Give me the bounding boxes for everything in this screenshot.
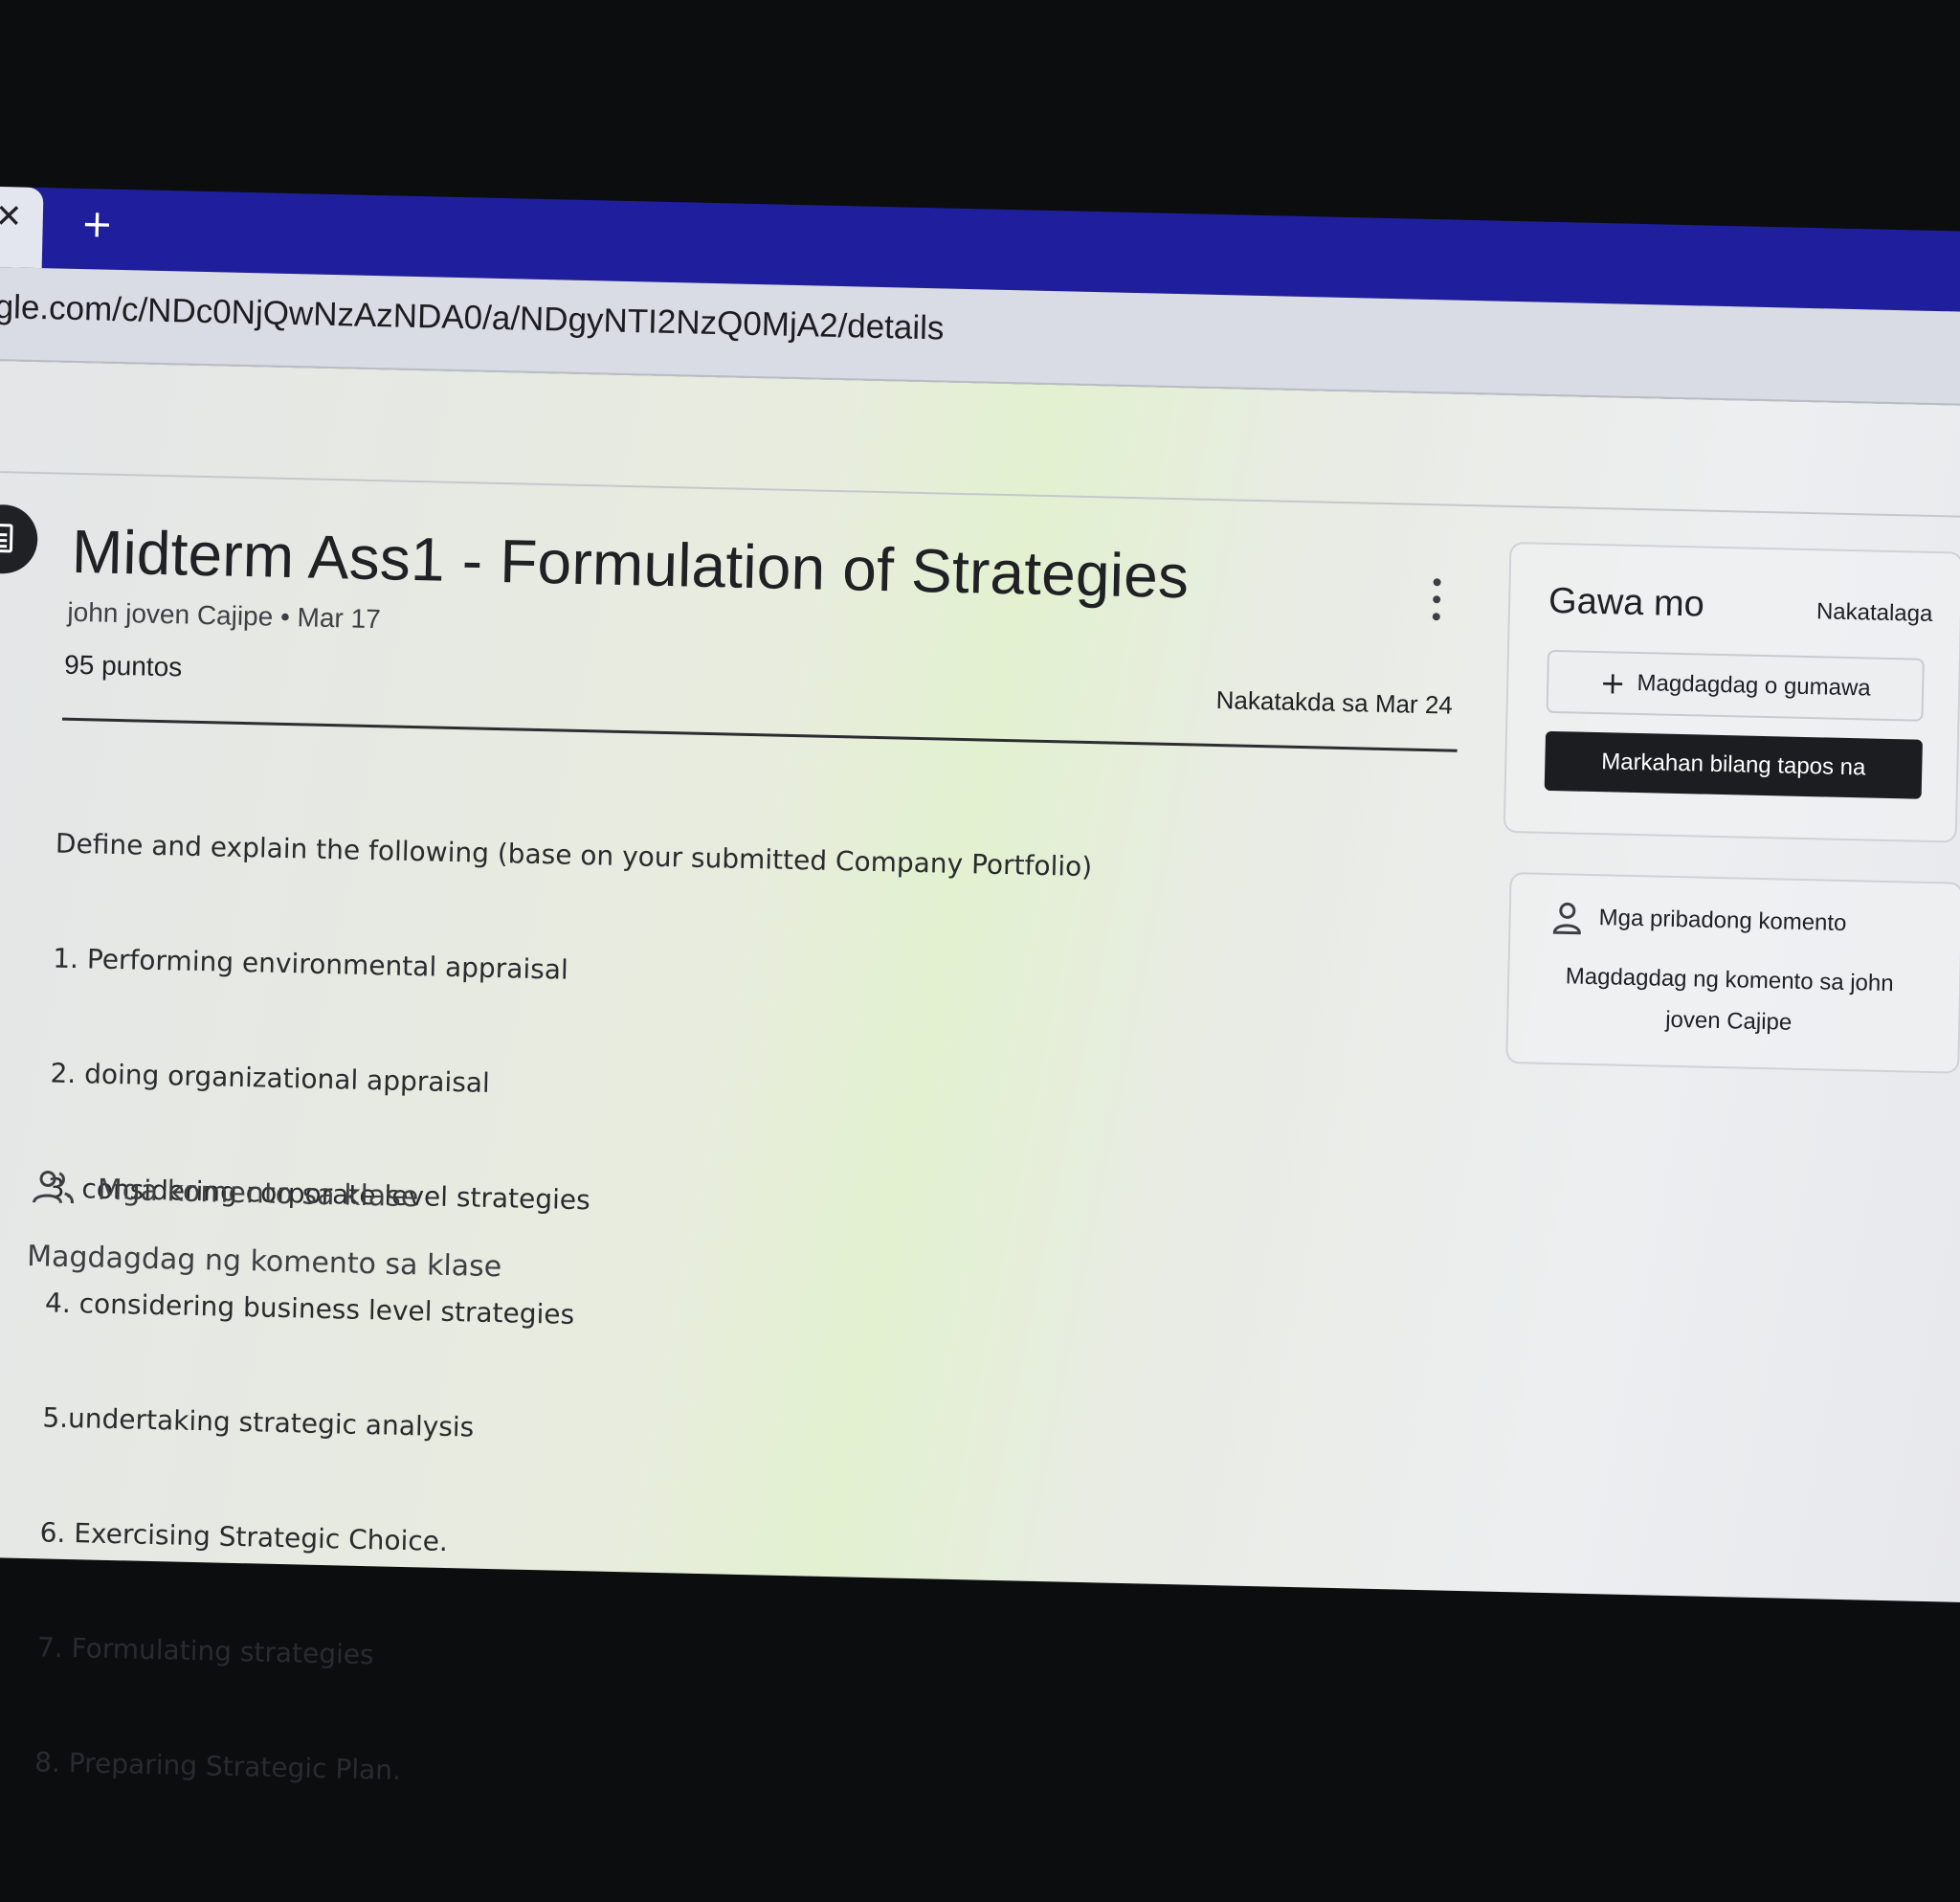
assignment-due-date: Nakatakda sa Mar 24 [1215,685,1454,720]
instruction-line: 4. considering business level strategies [44,1287,575,1331]
new-tab-button[interactable]: + [80,202,114,247]
your-work-card: Gawa mo Nakatalaga + Magdagdag o gumawa … [1503,541,1960,843]
private-comments-label: Mga pribadong komento [1598,905,1847,937]
plus-icon: + [1599,664,1626,702]
add-or-create-button[interactable]: + Magdagdag o gumawa [1546,649,1925,722]
instruction-line: 2. doing organizational appraisal [50,1057,491,1099]
add-or-create-label: Magdagdag o gumawa [1637,669,1871,702]
private-comments-card: Mga pribadong komento Magdagdag ng komen… [1505,872,1960,1074]
screen: ✕ + gle.com/c/NDc0NjQwNzAzNDA0/a/NDgyNTI… [0,0,1960,1786]
work-status-badge: Nakatalaga [1815,598,1933,627]
add-private-comment-link[interactable]: Magdagdag ng komento sa john joven Cajip… [1537,955,1922,1046]
classroom-page: Midterm Ass1 - Formulation of Strategies… [0,360,1960,1786]
person-icon [1552,902,1581,935]
instruction-line: 1. Performing environmental appraisal [52,942,569,986]
url-text[interactable]: gle.com/c/NDc0NjQwNzAzNDA0/a/NDgyNTI2NzQ… [0,288,945,347]
instruction-line: 6. Exercising Strategic Choice. [39,1516,449,1558]
browser-tab[interactable]: ✕ [0,186,44,269]
people-icon [33,1170,75,1204]
assignment-title: Midterm Ass1 - Formulation of Strategies [71,516,1191,612]
assignment-instructions: Define and explain the following (base o… [33,749,1094,1882]
your-work-title: Gawa mo [1548,580,1705,625]
assignment-author-date: john joven Cajipe • Mar 17 [67,596,382,635]
instruction-line: 5.undertaking strategic analysis [42,1401,475,1443]
instruction-line: 7. Formulating strategies [36,1631,375,1671]
instruction-line: 8. Preparing Strategic Plan. [33,1746,402,1786]
close-tab-icon[interactable]: ✕ [0,197,23,236]
more-options-icon[interactable] [1422,578,1452,621]
mark-as-done-button[interactable]: Markahan bilang tapos na [1544,730,1923,799]
header-divider [61,717,1458,752]
assignment-icon [0,503,39,575]
assignment-points: 95 puntos [63,649,183,682]
instruction-line: Define and explain the following (base o… [55,827,1093,884]
